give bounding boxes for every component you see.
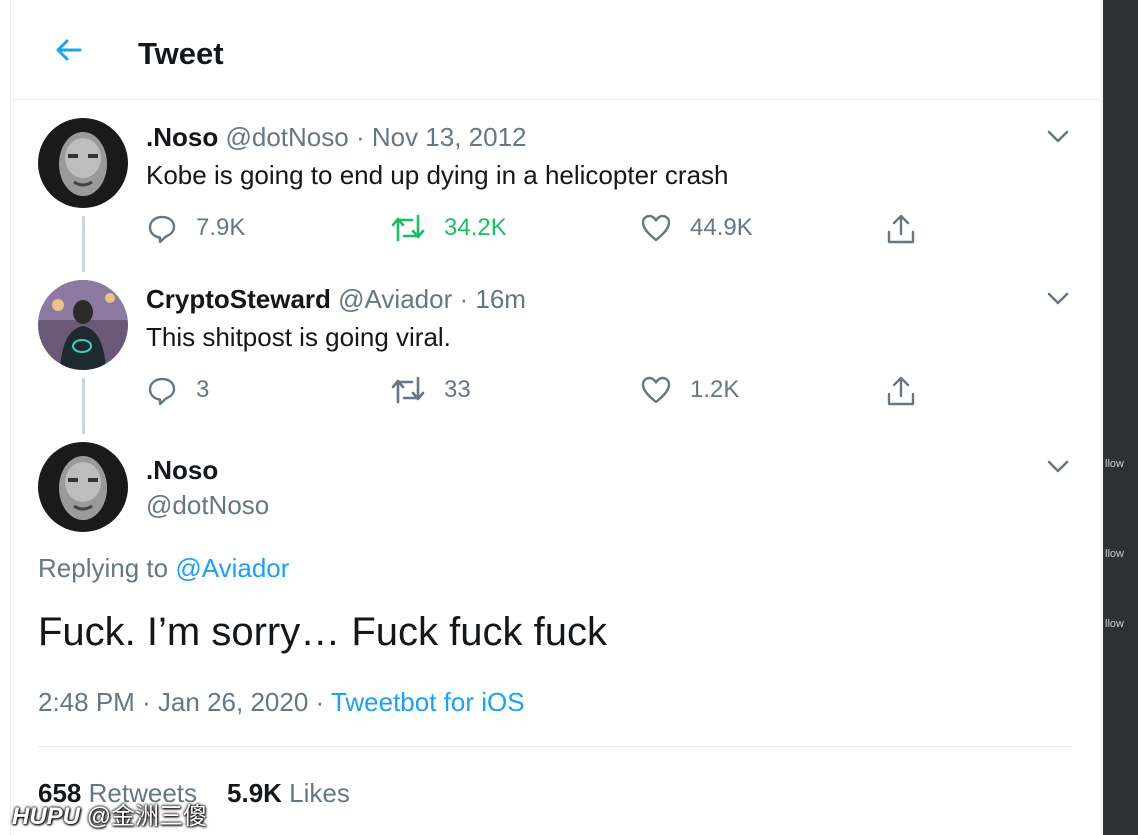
replying-to: Replying to @Aviador [38, 553, 289, 584]
replying-prefix: Replying to [38, 553, 169, 583]
tweet-timestamp: 2:48 PM · Jan 26, 2020 · Tweetbot for iO… [38, 687, 525, 718]
avatar[interactable] [38, 442, 128, 532]
follow-button-fragment[interactable]: llow [1103, 536, 1138, 572]
tweet-source-link[interactable]: Tweetbot for iOS [331, 687, 525, 717]
likes-stat[interactable]: 5.9K Likes [227, 778, 350, 808]
right-sidebar-panel [1103, 0, 1138, 835]
tweet-time[interactable]: 2:48 PM · Jan 26, 2020 · [38, 687, 324, 717]
replying-to-link[interactable]: @Aviador [175, 553, 289, 583]
author-name[interactable]: .Noso [146, 455, 218, 486]
watermark: HUPU @金洲三傻 [12, 796, 207, 831]
chevron-down-icon [1047, 460, 1069, 473]
likes-count: 5.9K [227, 778, 282, 808]
divider [38, 746, 1072, 747]
more-options-button[interactable] [1044, 452, 1072, 480]
follow-button-fragment[interactable]: llow [1103, 446, 1138, 482]
author-handle[interactable]: @dotNoso [146, 490, 269, 521]
tweet-text: Fuck. I’m sorry… Fuck fuck fuck [38, 610, 607, 654]
focused-tweet: .Noso @dotNoso Replying to @Aviador Fuck… [10, 0, 1102, 835]
likes-label: Likes [289, 778, 350, 808]
watermark-brand: HUPU [12, 803, 81, 830]
follow-button-fragment[interactable]: llow [1103, 606, 1138, 642]
watermark-user: @金洲三傻 [86, 803, 208, 830]
